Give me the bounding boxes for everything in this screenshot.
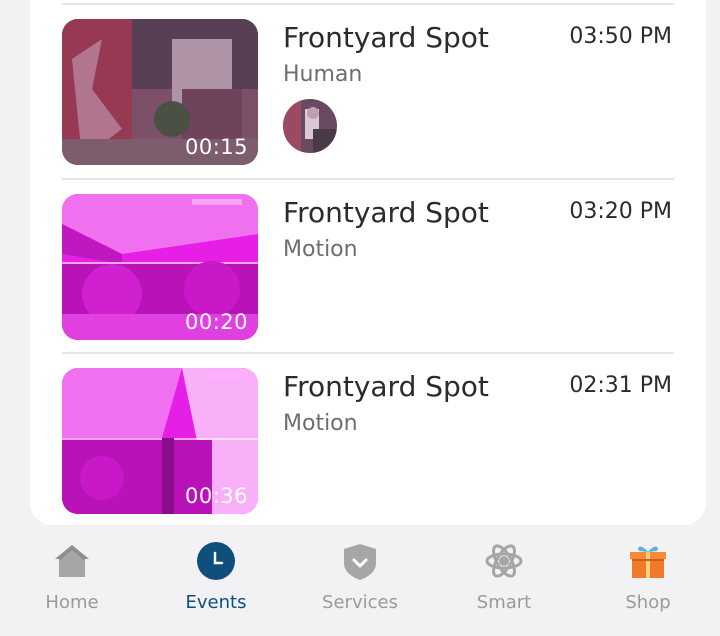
tab-label: Smart [476,592,532,613]
detected-face-thumbnail[interactable] [283,99,337,153]
tab-home[interactable]: Home [0,525,144,636]
divider [62,352,674,354]
bottom-tab-bar: Home Events Services Smart Shop [0,525,720,636]
tab-events[interactable]: Events [144,525,288,636]
clock-icon [197,542,235,580]
event-type: Motion [283,411,358,436]
camera-name: Frontyard Spot [283,370,489,403]
shield-icon [344,544,376,580]
tab-label: Home [45,592,99,613]
event-time: 03:20 PM [569,199,672,224]
smart-icon [485,544,523,578]
tab-smart[interactable]: Smart [432,525,576,636]
camera-name: Frontyard Spot [283,21,489,54]
event-type: Human [283,62,363,87]
event-row[interactable]: 00:15 Frontyard Spot Human 03:50 PM [62,19,674,169]
event-type: Motion [283,237,358,262]
event-time: 02:31 PM [569,373,672,398]
tab-label: Shop [625,592,671,613]
clip-duration: 00:15 [184,135,248,159]
divider [62,3,674,5]
clip-duration: 00:36 [184,484,248,508]
gift-icon [630,546,666,578]
event-thumbnail[interactable]: 00:36 [62,368,258,514]
event-time: 03:50 PM [569,24,672,49]
face-image [283,99,337,153]
event-row[interactable]: 00:20 Frontyard Spot Motion 03:20 PM [62,194,674,344]
divider [62,178,674,180]
event-row[interactable]: 00:36 Frontyard Spot Motion 02:31 PM [62,368,674,518]
clip-duration: 00:20 [184,310,248,334]
event-thumbnail[interactable]: 00:15 [62,19,258,165]
tab-services[interactable]: Services [288,525,432,636]
home-icon [55,545,89,577]
tab-label: Services [322,592,398,613]
tab-shop[interactable]: Shop [576,525,720,636]
event-thumbnail[interactable]: 00:20 [62,194,258,340]
tab-label: Events [185,592,247,613]
camera-name: Frontyard Spot [283,196,489,229]
